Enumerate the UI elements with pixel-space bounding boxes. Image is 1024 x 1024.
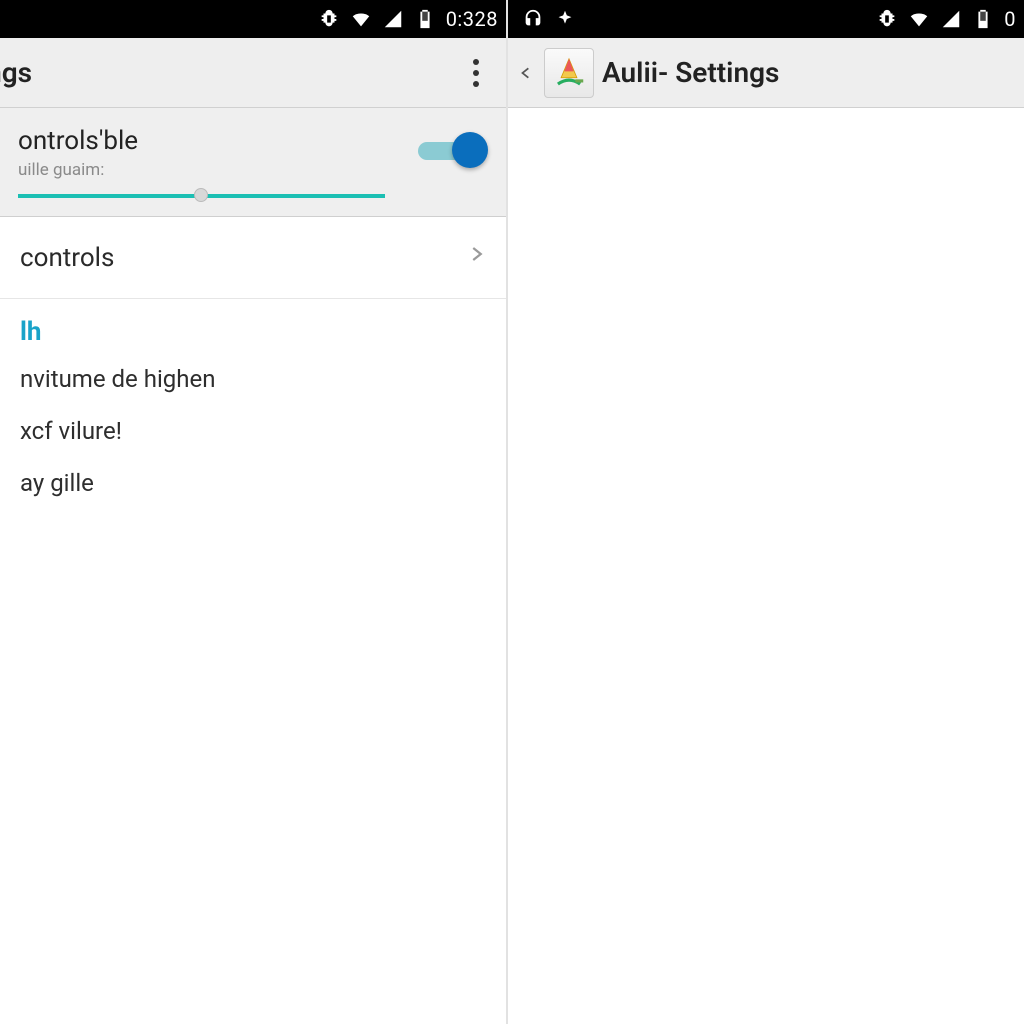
action-bar: Aulii- Settings bbox=[508, 38, 1024, 108]
phone-screenshot-right: 0 Aulii- Settings bbox=[508, 0, 1024, 1024]
slider-thumb-icon[interactable] bbox=[194, 188, 208, 202]
controls-toggle-row[interactable]: ontrols'ble uille guaim: bbox=[0, 108, 506, 217]
cell-signal-icon bbox=[382, 8, 404, 30]
app-icon bbox=[544, 48, 594, 98]
overflow-menu-button[interactable] bbox=[456, 48, 496, 98]
controls-switch[interactable] bbox=[418, 132, 484, 168]
empty-content-area bbox=[508, 108, 1024, 1024]
status-clock: 0 bbox=[1004, 7, 1016, 31]
controls-nav-row[interactable]: controls bbox=[0, 217, 506, 299]
status-bar: 0:328 bbox=[0, 0, 506, 38]
status-clock: 0:328 bbox=[446, 7, 498, 31]
battery-icon bbox=[414, 8, 436, 30]
page-title: ttings bbox=[0, 56, 32, 89]
list-item[interactable]: ay gille bbox=[0, 457, 506, 509]
page-title: Aulii- Settings bbox=[602, 56, 779, 89]
list-item[interactable]: nvitume de highen bbox=[0, 353, 506, 405]
wifi-icon bbox=[908, 8, 930, 30]
action-bar: ttings bbox=[0, 38, 506, 108]
android-debug-icon bbox=[876, 8, 898, 30]
cell-signal-icon bbox=[940, 8, 962, 30]
nav-row-label: controls bbox=[20, 243, 114, 273]
volume-slider[interactable] bbox=[18, 194, 385, 198]
list-item[interactable]: xcf vilure! bbox=[0, 405, 506, 457]
phone-screenshot-left: 0:328 ttings ontrols'ble uille guaim: bbox=[0, 0, 508, 1024]
section-header: lh bbox=[0, 299, 506, 353]
android-debug-icon bbox=[318, 8, 340, 30]
plus-icon bbox=[554, 8, 576, 30]
back-button[interactable] bbox=[516, 62, 536, 84]
battery-icon bbox=[972, 8, 994, 30]
status-bar: 0 bbox=[508, 0, 1024, 38]
chevron-right-icon bbox=[468, 239, 486, 276]
wifi-icon bbox=[350, 8, 372, 30]
headset-icon bbox=[522, 8, 544, 30]
